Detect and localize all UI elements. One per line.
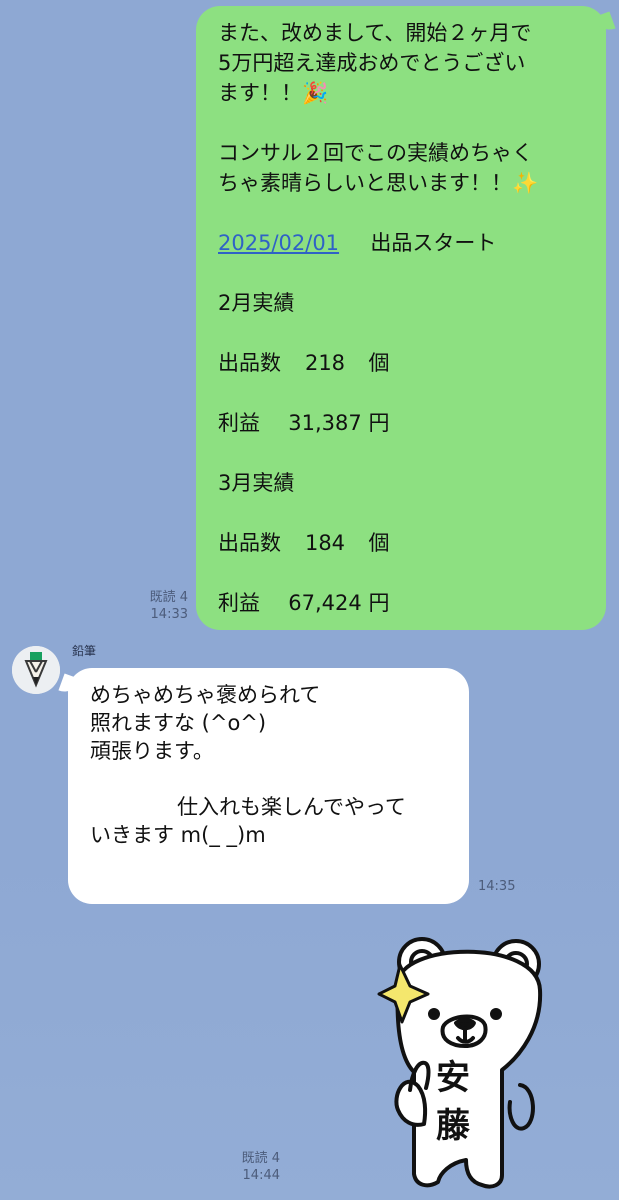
pencil-avatar-icon [12,646,60,694]
profit-label: 利益 [218,591,260,615]
listing-unit: 個 [368,531,390,555]
outgoing-line: コンサル２回でこの実績めちゃく [218,141,533,165]
outgoing-read-meta: 既読 4 14:33 [140,589,188,623]
listing-value: 184 [304,531,346,555]
mar-listings-row: 出品数 184 個 [218,528,592,558]
feb-profit-row: 利益 31,387 円 [218,408,592,438]
message-time: 14:44 [242,1168,280,1183]
sticker-name-text: 安 藤 [431,1054,475,1150]
profit-unit: 円 [368,411,390,435]
mar-profit-row: 利益 67,424 円 [218,588,592,618]
profit-value: 67,424 [288,591,362,615]
listing-label: 出品数 [218,531,281,555]
read-status: 既読 4 [241,1151,280,1166]
incoming-line-text: 仕入れも楽しんでやって [177,795,406,819]
blank-gap [218,258,592,288]
chat-screen: また、改めまして、開始２ヶ月で 5万円超え達成おめでとうござい ます！！🎉 コン… [0,0,619,1200]
start-label: 出品スタート [370,231,497,255]
blank-gap [218,558,592,588]
listing-value: 218 [304,351,346,375]
incoming-line: 照れますな (^o^) [90,711,267,735]
outgoing-line: また、改めまして、開始２ヶ月で [218,21,532,45]
incoming-time: 14:35 [478,879,516,894]
listing-label: 出品数 [218,351,281,375]
feb-listings-row: 出品数 218 個 [218,348,592,378]
mar-title: 3月実績 [218,471,295,495]
read-status: 既読 4 [149,590,188,605]
incoming-line: いきます m(_ _)m [90,823,266,847]
incoming-line: めちゃめちゃ褒められて [90,683,321,707]
sticker-char: 安 [436,1058,470,1098]
empty-line [90,765,449,793]
date-link[interactable]: 2025/02/01 [218,231,339,255]
listing-unit: 個 [368,351,390,375]
outgoing-line: 5万円超え達成おめでとうござい [218,51,526,75]
start-date-line: 2025/02/01 出品スタート [218,228,592,258]
outgoing-line: ちゃ素晴らしいと思います！！✨ [218,171,539,195]
blank-gap [218,438,592,468]
empty-line [218,108,592,138]
profit-value: 31,387 [288,411,362,435]
outgoing-line: ます！！🎉 [218,81,329,105]
feb-title: 2月実績 [218,291,295,315]
profit-unit: 円 [368,591,390,615]
message-time: 14:33 [150,607,188,622]
blank-gap [218,198,592,228]
profit-label: 利益 [218,411,260,435]
incoming-message-bubble[interactable]: めちゃめちゃ褒められて 照れますな (^o^) 頑張ります。 仕入れも楽しんでや… [68,668,469,904]
sticker-char: 藤 [436,1106,470,1146]
incoming-line: 頑張ります。 [90,739,214,763]
sender-avatar[interactable] [12,646,60,694]
sender-name: 鉛筆 [72,644,97,658]
redacted-text [90,796,174,820]
sticker-read-meta: 既読 4 14:44 [228,1150,280,1184]
blank-gap [218,378,592,408]
incoming-line: 仕入れも楽しんでやって [90,793,449,821]
blank-gap [218,318,592,348]
outgoing-message-bubble[interactable]: また、改めまして、開始２ヶ月で 5万円超え達成おめでとうござい ます！！🎉 コン… [196,6,606,630]
blank-gap [218,498,592,528]
